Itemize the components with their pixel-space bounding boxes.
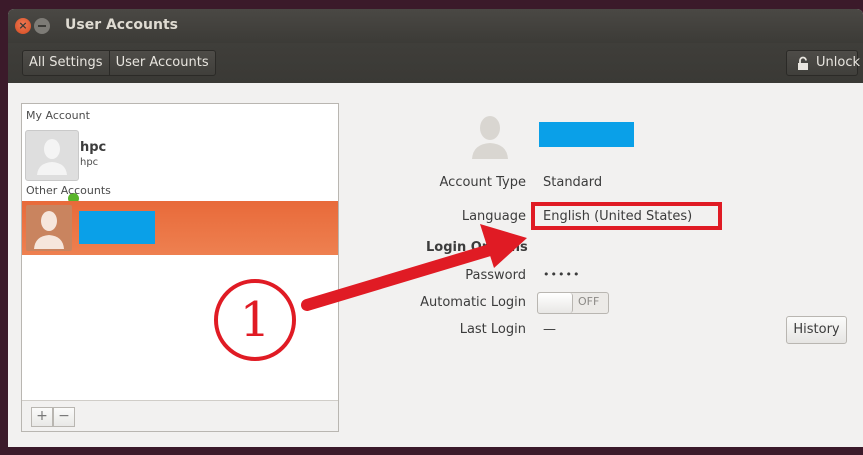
step-number-badge: 1 [214,279,296,361]
annotation-arrow [301,224,527,311]
